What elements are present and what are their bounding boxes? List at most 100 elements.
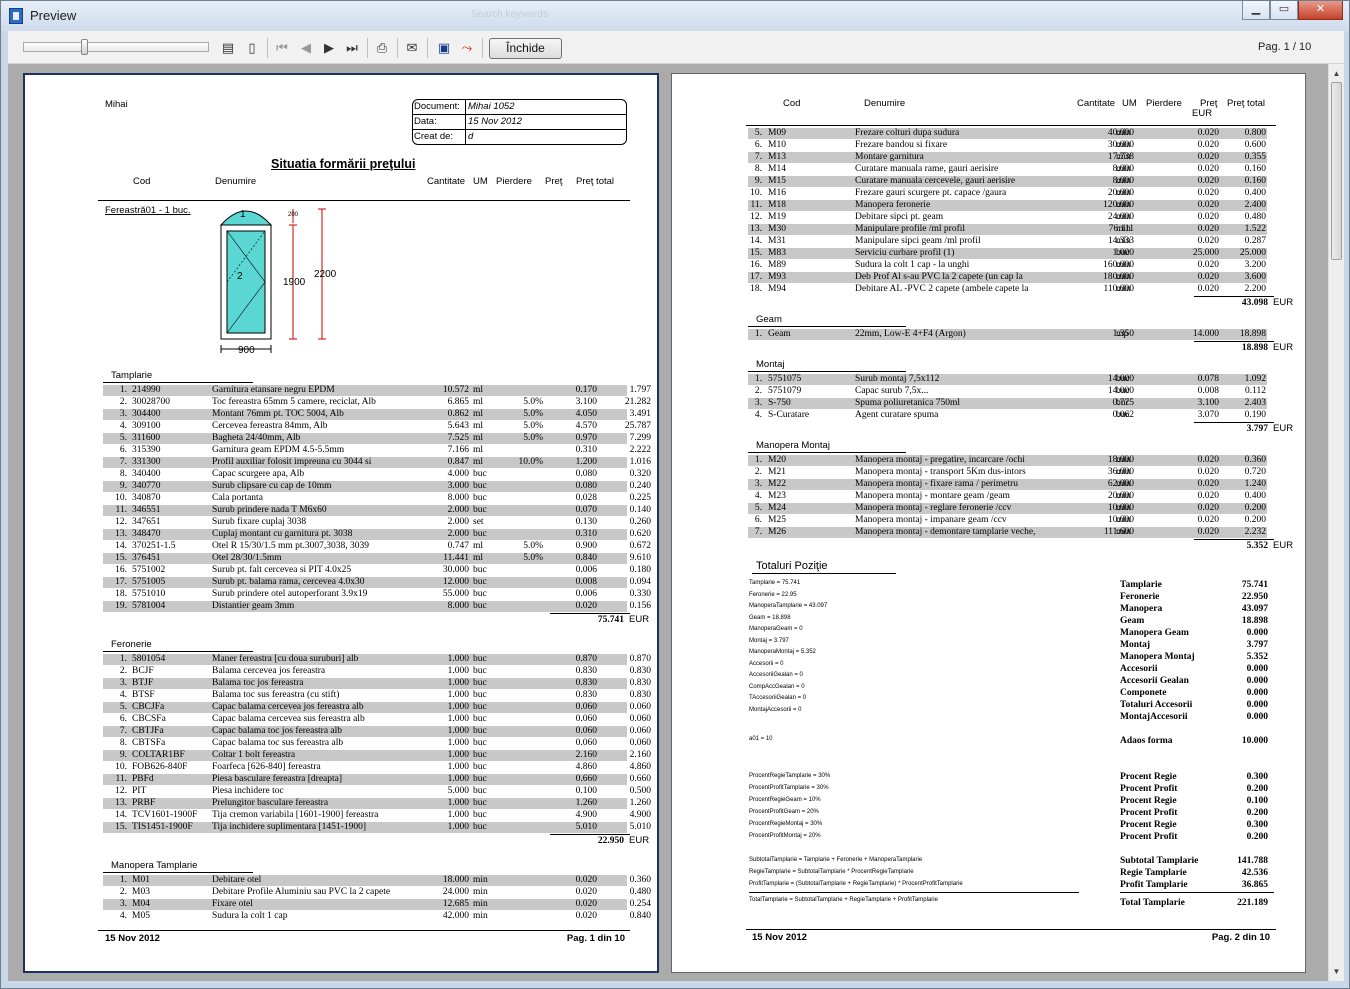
item-code: 30028700: [132, 397, 170, 407]
item-total: 2.222: [629, 445, 651, 455]
item-price: 0.830: [575, 666, 597, 676]
item-quantity: 5.000: [447, 786, 469, 796]
item-quantity: 4.000: [447, 469, 469, 479]
summary-label: Procent Profit: [1120, 832, 1178, 842]
summary-label: MontajAccesorii: [1120, 712, 1188, 722]
item-unit: buc: [473, 565, 487, 575]
item-unit: ml: [473, 445, 484, 455]
currency: EUR: [1273, 297, 1294, 308]
item-quantity: 30.000: [442, 565, 469, 575]
item-code: M10: [768, 140, 786, 150]
row-number: 2.: [119, 397, 127, 407]
row-number: 1.: [754, 455, 762, 465]
item-name: Curatare manuala cercevele, gauri aerisi…: [855, 176, 1016, 186]
item-unit: min: [1116, 176, 1131, 186]
whole-page-icon[interactable]: ▯: [244, 40, 260, 56]
vertical-scrollbar[interactable]: ▲ ▼: [1328, 64, 1344, 981]
item-quantity: 1.000: [447, 750, 469, 760]
item-total: 25.787: [624, 421, 651, 431]
pdf-icon[interactable]: ⤳: [459, 40, 475, 56]
item-total: 0.260: [629, 517, 651, 527]
footer-page: Pag. 2 din 10: [1211, 932, 1270, 943]
save-icon[interactable]: ▣: [436, 40, 452, 56]
next-page-icon[interactable]: ▶: [321, 40, 337, 56]
item-price: 4.860: [575, 762, 597, 772]
item-total: 2.200: [1244, 284, 1266, 294]
zoom-slider-thumb[interactable]: [81, 39, 88, 55]
row-number: 3.: [119, 678, 127, 688]
item-price: 0.020: [575, 899, 597, 909]
item-total: 0.800: [1244, 128, 1266, 138]
summary-rule: [1120, 892, 1274, 893]
item-unit: min: [1116, 527, 1131, 537]
item-unit: buc: [473, 798, 487, 808]
header-rule: [98, 200, 630, 201]
item-code: M30: [768, 224, 786, 234]
summary-label: Profit Tamplarie: [1120, 880, 1188, 890]
last-page-icon[interactable]: ⏭: [344, 40, 360, 56]
close-window-button[interactable]: ✕: [1298, 1, 1343, 20]
summary-value: 0.000: [1246, 700, 1268, 710]
toolbar: ▤ ▯ ⏮ ◀ ▶ ⏭ ⎙ ✉ ▣ ⤳ Închide Pag. 1 / 10: [8, 31, 1344, 64]
email-icon[interactable]: ✉: [404, 40, 420, 56]
first-page-icon[interactable]: ⏮: [274, 40, 290, 56]
row-number: 2.: [119, 666, 127, 676]
item-code: S-750: [768, 398, 791, 408]
item-unit: buc: [473, 750, 487, 760]
item-code: BCJF: [132, 666, 154, 676]
item-price: 1.260: [575, 798, 597, 808]
close-preview-button[interactable]: Închide: [489, 38, 562, 59]
item-name: Manopera montaj - demontare tamplarie ve…: [855, 527, 1036, 537]
item-total: 0.500: [629, 786, 651, 796]
summary-label: Componete: [1120, 688, 1167, 698]
summary-value: 3.797: [1246, 640, 1268, 650]
row-number: 18.: [750, 284, 762, 294]
scrollbar-thumb[interactable]: [1331, 82, 1342, 260]
item-name: Debitare sipci pt. geam: [855, 212, 944, 222]
item-quantity: 1.000: [447, 666, 469, 676]
page-indicator: Pag. 1 / 10: [1258, 41, 1312, 53]
minimize-button[interactable]: ▁: [1242, 1, 1270, 20]
item-price: 0.020: [1197, 503, 1219, 513]
print-icon[interactable]: ⎙: [374, 40, 390, 56]
row-number: 4.: [754, 491, 762, 501]
item-name: Montant 76mm pt. TOC 5004, Alb: [212, 409, 344, 419]
item-quantity: 2.000: [447, 517, 469, 527]
item-quantity: 18.000: [442, 875, 469, 885]
page-width-icon[interactable]: ▤: [220, 40, 236, 56]
summary-value: 18.898: [1241, 616, 1268, 626]
preview-window: Preview Search keywords ▁ ▭ ✕ ▤ ▯ ⏮ ◀ ▶ …: [0, 0, 1350, 989]
item-total: 0.360: [1244, 455, 1266, 465]
item-total: 0.830: [629, 666, 651, 676]
scroll-down-icon[interactable]: ▼: [1329, 964, 1344, 979]
row-number: 13.: [115, 798, 127, 808]
item-total: 0.660: [629, 774, 651, 784]
item-name: Fixare otel: [212, 899, 253, 909]
formula-line: CompAccGealan = 0: [749, 683, 805, 690]
item-code: CBCSFa: [132, 714, 166, 724]
column-header-cantitate: Cantitate: [1077, 98, 1116, 109]
item-price: 0.020: [1197, 128, 1219, 138]
previous-page-icon[interactable]: ◀: [298, 40, 314, 56]
section-total: 18.898: [1241, 343, 1268, 353]
item-unit: min: [1116, 164, 1131, 174]
item-total: 0.060: [629, 726, 651, 736]
row-number: 11.: [115, 505, 127, 515]
item-quantity: 55.000: [442, 589, 469, 599]
row-number: 15.: [115, 553, 127, 563]
scroll-up-icon[interactable]: ▲: [1329, 66, 1344, 81]
column-header-price-unit: EUR: [1192, 108, 1213, 119]
row-number: 12.: [115, 786, 127, 796]
item-total: 0.240: [629, 481, 651, 491]
item-total: 1.240: [1244, 479, 1266, 489]
item-name: Curatare manuala rame, gauri aerisire: [855, 164, 999, 174]
item-total: 9.610: [629, 553, 651, 563]
item-total: 0.355: [1244, 152, 1266, 162]
zoom-slider[interactable]: [23, 39, 209, 55]
item-unit: ml: [473, 409, 484, 419]
item-total: 2.160: [629, 750, 651, 760]
item-price: 0.830: [575, 678, 597, 688]
item-name: Manopera montaj - transport 5Km dus-into…: [855, 467, 1026, 477]
section-underline: [748, 326, 906, 327]
maximize-button[interactable]: ▭: [1270, 1, 1298, 20]
